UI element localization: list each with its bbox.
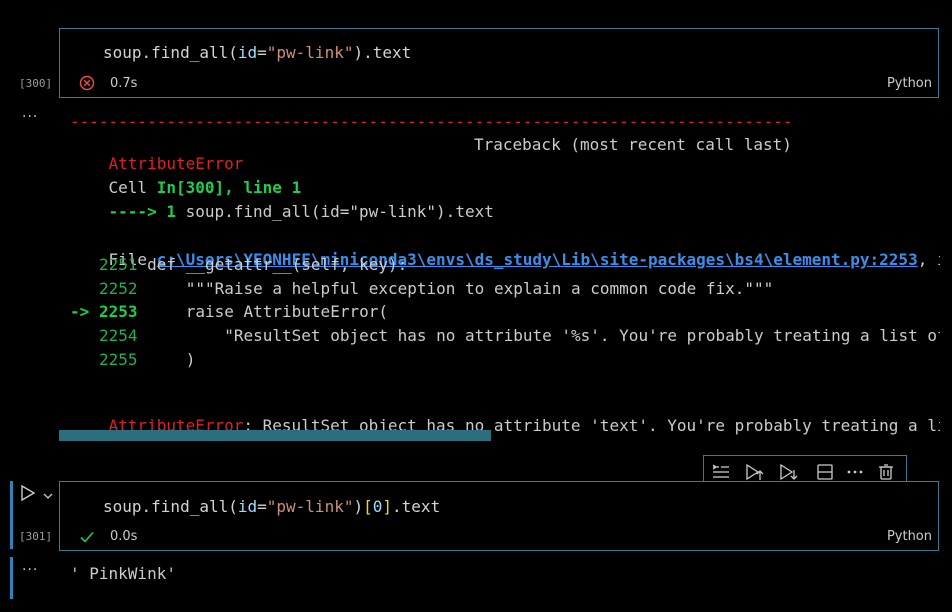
code-token: soup.find_all( [103, 43, 238, 62]
execution-count: [300] [19, 77, 53, 90]
expand-chevron-icon[interactable] [42, 487, 54, 499]
line-code: """Raise a helpful exception to explain … [137, 278, 774, 298]
code-token: = [257, 497, 267, 516]
arrow-code: soup.find_all(id="pw-link").text [185, 202, 494, 221]
more-actions-icon[interactable] [845, 462, 865, 482]
line-code: ) [137, 349, 196, 369]
line-number: 2251 [99, 255, 138, 274]
output-more-button[interactable]: ··· [22, 562, 38, 578]
cell-code[interactable]: soup.find_all(id="pw-link")[0].text [103, 497, 440, 516]
success-status-icon [79, 529, 95, 545]
active-cell-indicator [10, 481, 13, 549]
line-number: 2252 [99, 278, 138, 298]
horizontal-scrollbar[interactable] [59, 430, 491, 441]
execution-time: 0.0s [110, 529, 138, 544]
execute-below-icon[interactable] [778, 462, 798, 482]
cell-language[interactable]: Python [887, 529, 932, 544]
traceback-source-line: 2252 """Raise a helpful exception to exp… [70, 279, 940, 298]
traceback-source-line: -> 2253 raise AttributeError( [70, 302, 940, 321]
cell-language[interactable]: Python [887, 76, 932, 91]
code-cell-301[interactable]: soup.find_all(id="pw-link")[0].text 0.0s… [59, 481, 939, 551]
traceback-label: Traceback (most recent call last) [474, 135, 792, 154]
code-token: .text [392, 497, 441, 516]
line-number: 2253 [99, 302, 138, 322]
final-error-line: AttributeError: ResultSet object has no … [70, 397, 940, 454]
execute-above-icon[interactable] [744, 462, 764, 482]
code-token: soup.find_all( [103, 497, 238, 516]
line-arrow: -> [70, 302, 99, 322]
traceback-source-line: 2254 "ResultSet object has no attribute … [70, 326, 940, 345]
arrow-marker: ----> 1 [108, 202, 186, 221]
code-token: id [237, 497, 258, 516]
line-code: def __getattr__(self, key): [137, 255, 408, 274]
run-by-line-icon[interactable] [711, 462, 731, 482]
code-token: "pw-link" [266, 43, 354, 62]
traceback-source-line: 2251 def __getattr__(self, key): [70, 255, 940, 274]
execution-count: [301] [19, 530, 53, 543]
code-token: ] [382, 497, 393, 516]
traceback-dashes: ----------------------------------------… [70, 112, 793, 131]
code-token: ) [353, 497, 364, 516]
code-token: ).text [353, 43, 412, 62]
split-cell-icon[interactable] [815, 462, 835, 482]
code-token: = [257, 43, 267, 62]
line-number: 2255 [99, 349, 138, 369]
cell-output-result: ' PinkWink' [70, 564, 176, 583]
delete-icon[interactable] [876, 462, 896, 482]
active-output-indicator [10, 557, 13, 599]
output-more-button[interactable]: ··· [22, 109, 38, 125]
code-token: [ [363, 497, 373, 516]
cell-code[interactable]: soup.find_all(id="pw-link").text [103, 43, 411, 62]
code-token: id [237, 43, 258, 62]
line-number: 2254 [99, 326, 138, 346]
traceback-source-line: 2255 ) [70, 350, 940, 369]
line-code: raise AttributeError( [137, 302, 388, 322]
code-token: 0 [372, 497, 383, 516]
code-token: "pw-link" [266, 497, 354, 516]
execution-time: 0.7s [110, 76, 138, 91]
run-cell-icon[interactable] [19, 484, 37, 502]
code-cell-300[interactable]: soup.find_all(id="pw-link").text 0.7s Py… [59, 28, 939, 98]
line-code: "ResultSet object has no attribute '%s'.… [137, 326, 940, 346]
error-status-icon [79, 75, 95, 91]
